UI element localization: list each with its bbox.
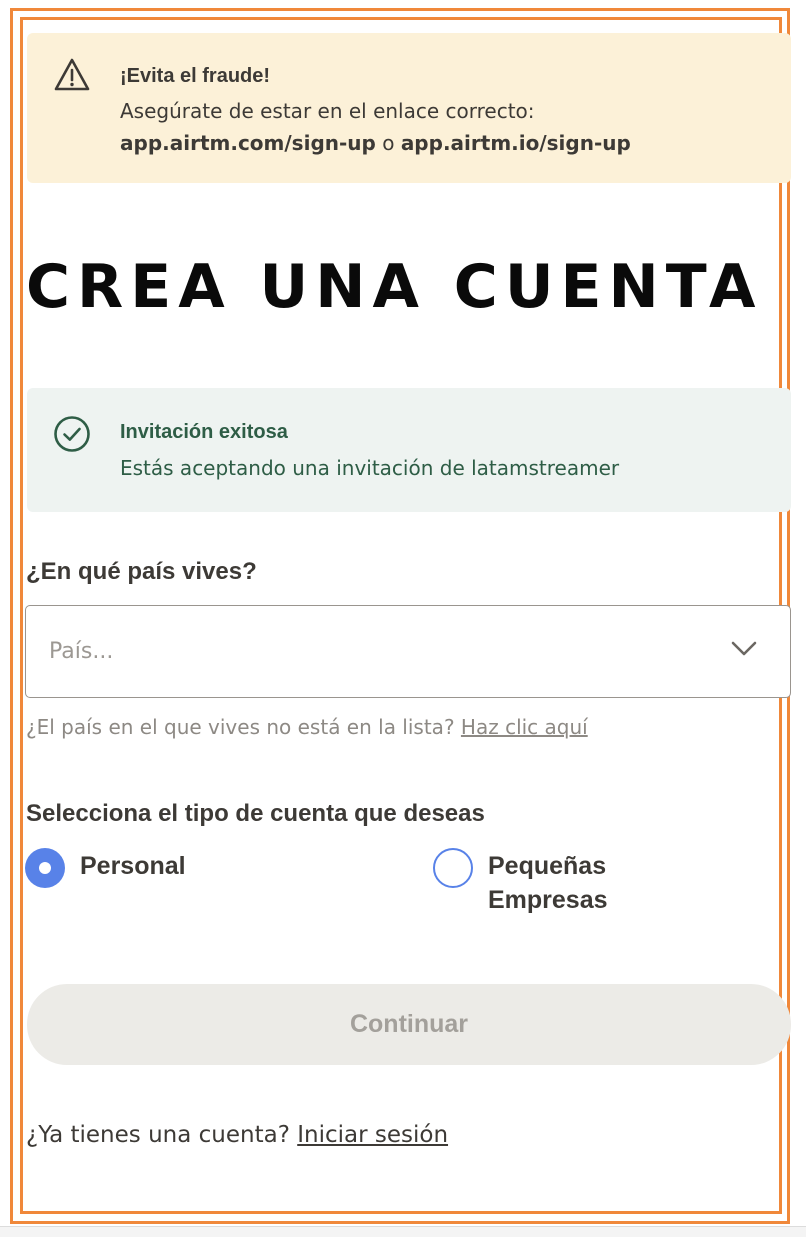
page-title: CREA UNA CUENTA [26, 252, 763, 322]
warning-link-io: app.airtm.io/sign-up [400, 131, 631, 155]
radio-small-business-label[interactable]: Pequeñas Empresas [488, 849, 608, 917]
fraud-warning-banner: ¡Evita el fraude! Asegúrate de estar en … [27, 33, 791, 183]
country-help-text: ¿El país en el que vives no está en la l… [26, 715, 461, 739]
account-type-label: Selecciona el tipo de cuenta que deseas [26, 800, 485, 827]
radio-personal-label[interactable]: Personal [80, 849, 186, 883]
continue-button[interactable]: Continuar [27, 984, 791, 1065]
signin-link[interactable]: Iniciar sesión [297, 1122, 448, 1148]
invitation-banner: Invitación exitosa Estás aceptando una i… [27, 388, 791, 512]
country-help: ¿El país en el que vives no está en la l… [26, 715, 588, 739]
country-label: ¿En qué país vives? [26, 558, 257, 585]
country-select-placeholder: País... [49, 639, 114, 664]
radio-small-business-label-line1: Pequeñas [488, 852, 607, 880]
invitation-text: Estás aceptando una invitación de latams… [120, 456, 620, 480]
country-help-link[interactable]: Haz clic aquí [461, 715, 588, 739]
warning-title: ¡Evita el fraude! [120, 65, 271, 87]
warning-link-com: app.airtm.com/sign-up [120, 131, 376, 155]
chevron-down-icon [731, 641, 757, 656]
country-select[interactable]: País... [25, 605, 791, 698]
warning-links: app.airtm.com/sign-up o app.airtm.io/sig… [120, 131, 631, 155]
bottom-strip [0, 1226, 806, 1237]
radio-personal[interactable] [25, 848, 65, 888]
radio-small-business-label-line2: Empresas [488, 886, 608, 914]
warning-triangle-icon [54, 58, 90, 91]
check-circle-icon [54, 416, 90, 452]
invitation-title: Invitación exitosa [120, 421, 288, 443]
warning-connector: o [375, 131, 401, 155]
radio-small-business[interactable] [433, 848, 473, 888]
signin-prompt-text: ¿Ya tienes una cuenta? [26, 1122, 298, 1148]
signin-prompt: ¿Ya tienes una cuenta? Iniciar sesión [26, 1122, 448, 1148]
warning-text: Asegúrate de estar en el enlace correcto… [120, 99, 535, 123]
